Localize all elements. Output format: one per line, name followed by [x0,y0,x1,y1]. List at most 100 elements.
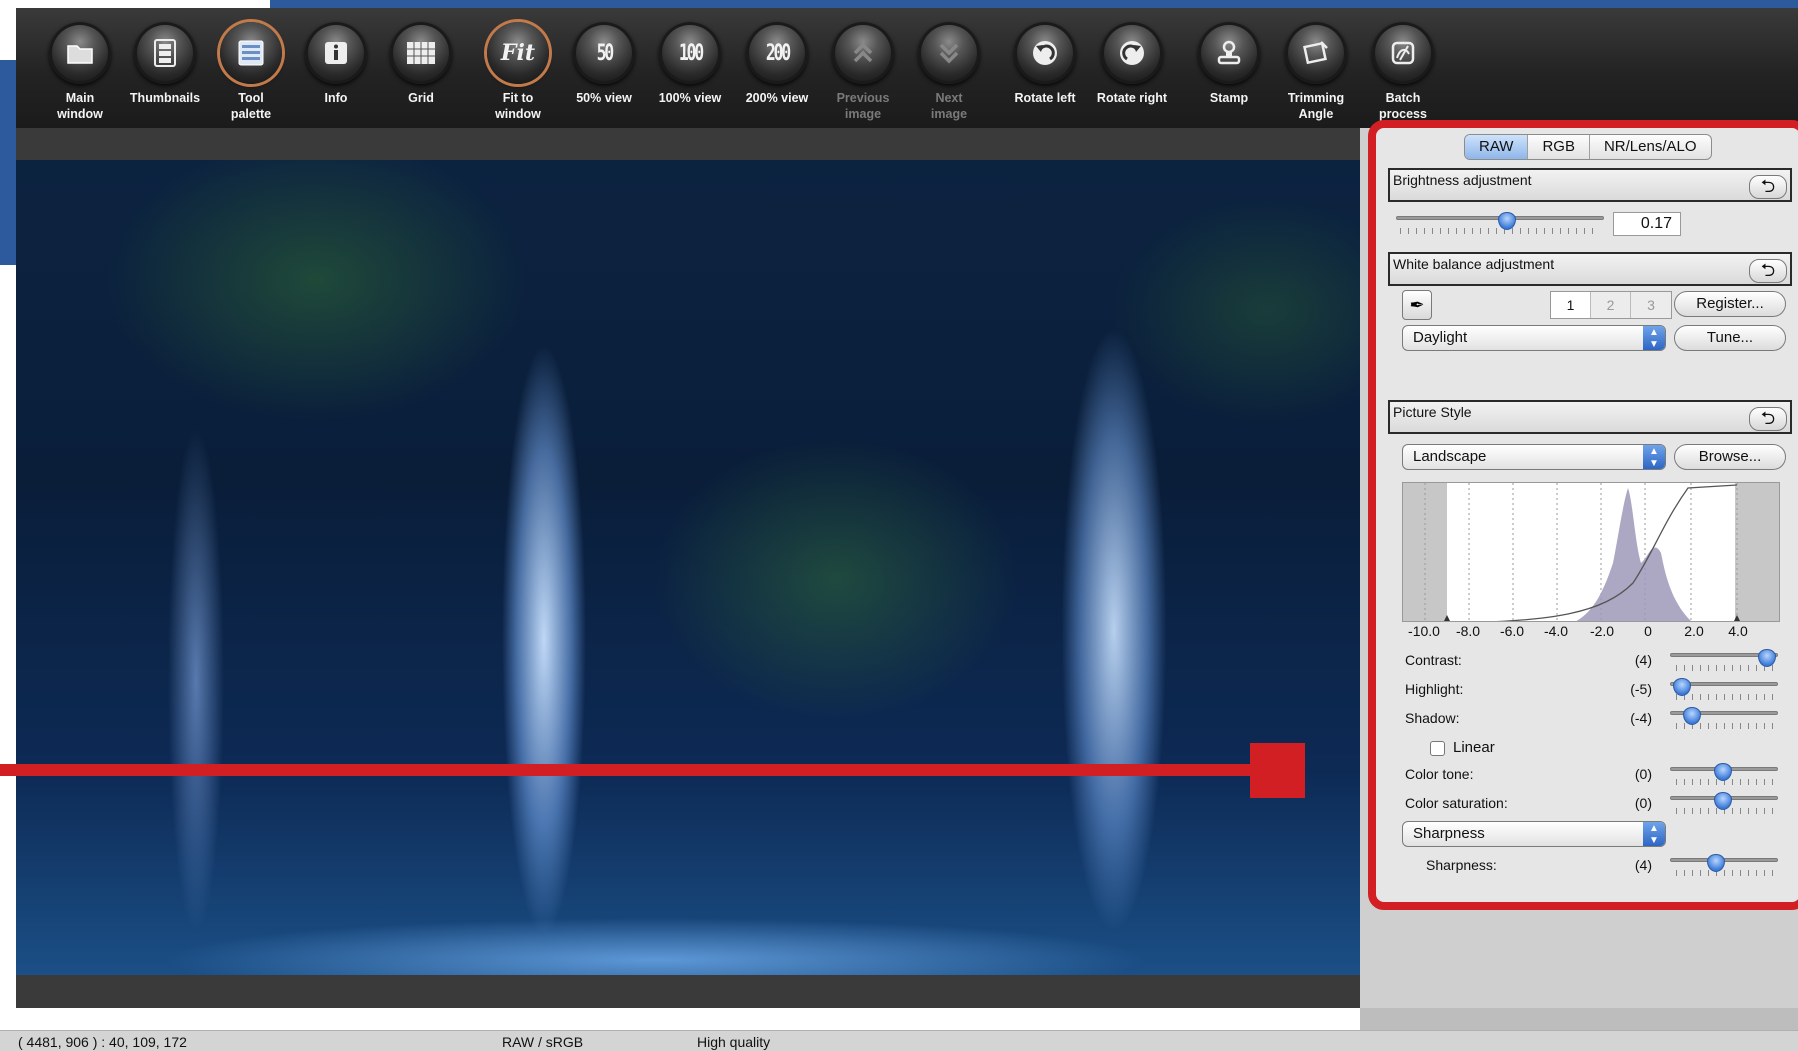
app-window: Main window Thumbnails Tool palette Info G… [0,0,1798,1051]
wb-slot-2[interactable]: 2 [1591,292,1631,318]
next-image-button[interactable]: Next image [907,22,991,122]
quality-mode: High quality [697,1034,771,1050]
toolbar-label-line: 50% view [576,91,632,105]
grid-icon [390,22,452,84]
linear-checkbox[interactable] [1430,741,1445,756]
wb-slot-3[interactable]: 3 [1631,292,1671,318]
tone-curve-histogram[interactable] [1402,482,1780,622]
slide-left-band [0,60,16,265]
thumbnails-label: Thumbnails [123,90,207,106]
picture-style-select[interactable]: Landscape ▲ ▼ [1402,444,1666,470]
stamp-button[interactable]: Stamp [1187,22,1271,106]
folder-icon [49,22,111,84]
axis-tick-label: 0 [1644,623,1652,639]
tune-button[interactable]: Tune... [1674,325,1786,351]
param-label: Color saturation: [1405,795,1508,811]
palette-tabs: RAW RGB NR/Lens/ALO [1464,134,1712,160]
tool-palette-label: Tool palette [209,90,293,122]
main-window-button[interactable]: Main window [38,22,122,122]
param-value: (0) [1634,766,1652,782]
white-balance-preset-value: Daylight [1413,329,1468,346]
picture-style-section-header: Picture Style ⮌ [1388,400,1792,434]
rotate-right-button[interactable]: Rotate right [1090,22,1174,106]
trimming-angle-button[interactable]: Trimming Angle [1274,22,1358,122]
axis-tick-label: -8.0 [1455,623,1481,639]
slide-top-strip [270,0,1798,8]
zoom-200-icon: 200 [746,22,808,84]
param-slider-thumb[interactable] [1672,678,1691,696]
rotate-left-label: Rotate left [1003,90,1087,106]
white-balance-section-header: White balance adjustment ⮌ [1388,252,1792,286]
toolbar-label-line: 100% view [658,91,722,105]
toolbar-label-line: Info [324,91,348,105]
toolbar-label-line: window [57,107,103,121]
wb-slot-1[interactable]: 1 [1551,292,1591,318]
toolbar-label-line: image [930,107,968,121]
stamp-icon [1198,22,1260,84]
toolbar-label-line: Stamp [1209,91,1249,105]
tool-palette-button[interactable]: Tool palette [209,22,293,122]
waterfall-photo[interactable] [16,160,1360,975]
color-mode: RAW / sRGB [502,1034,584,1050]
info-label: Info [294,90,378,106]
rotate-left-button[interactable]: Rotate left [1003,22,1087,106]
toolbar-label-line: Tool [238,91,264,105]
toolbar-label-line: Angle [1298,107,1334,121]
sharpness-mode-value: Sharpness [1413,825,1485,842]
select-arrows-icon: ▲ ▼ [1643,822,1665,846]
picture-style-reset-button[interactable]: ⮌ [1749,407,1787,431]
white-balance-reset-button[interactable]: ⮌ [1749,259,1787,283]
sharpness-slider-ticks [1676,870,1776,876]
callout-line [0,764,1260,776]
tab-raw[interactable]: RAW [1465,135,1529,159]
picture-style-value: Landscape [1413,448,1487,465]
50-view-button[interactable]: 50 50% view [562,22,646,106]
axis-tick-label: 2.0 [1684,623,1704,639]
brightness-title: Brightness adjustment [1393,172,1532,188]
thumbnails-button[interactable]: Thumbnails [123,22,207,106]
toolbar-label-line: Batch [1385,91,1421,105]
100-view-button[interactable]: 100 100% view [648,22,732,106]
white-balance-preset-select[interactable]: Daylight ▲ ▼ [1402,325,1666,351]
param-label: Contrast: [1405,652,1462,668]
eyedropper-button[interactable]: ✒ [1402,290,1432,320]
previous-image-label: Previous image [821,90,905,122]
100-view-label: 100% view [648,90,732,106]
image-viewer [16,128,1360,1008]
param-label: Highlight: [1405,681,1464,697]
rotate-left-icon [1014,22,1076,84]
sharpness-slider-thumb[interactable] [1706,854,1725,872]
info-button[interactable]: Info [294,22,378,106]
previous-image-button[interactable]: Previous image [821,22,905,122]
param-label: Color tone: [1405,766,1474,782]
trimming-icon [1285,22,1347,84]
grid-button[interactable]: Grid [379,22,463,106]
batch-process-label: Batch process [1361,90,1445,122]
browse-button[interactable]: Browse... [1674,444,1786,470]
axis-tick-label: -6.0 [1499,623,1525,639]
brightness-reset-button[interactable]: ⮌ [1749,175,1787,199]
sharpness-label: Sharpness: [1426,857,1497,873]
toolbar-label-line: 200% view [745,91,809,105]
callout-marker [1250,743,1305,798]
brightness-value-field[interactable]: 0.17 [1613,212,1681,236]
eyedropper-icon: ✒ [1409,295,1425,315]
stamp-label: Stamp [1187,90,1271,106]
fit-to-window-button[interactable]: Fit Fit to window [476,22,560,122]
rotate-right-icon [1101,22,1163,84]
param-slider-ticks [1676,694,1776,700]
register-button[interactable]: Register... [1674,291,1786,317]
toolbar-label-line: Rotate left [1014,91,1076,105]
toolbar-label-line: Fit to [502,91,534,105]
sharpness-mode-select[interactable]: Sharpness ▲ ▼ [1402,821,1666,847]
brightness-slider-ticks [1400,228,1600,234]
tab-nr-lens-alo[interactable]: NR/Lens/ALO [1590,135,1711,159]
batch-process-button[interactable]: Batch process [1361,22,1445,122]
tab-rgb[interactable]: RGB [1528,135,1590,159]
200-view-button[interactable]: 200 200% view [735,22,819,106]
select-arrows-icon: ▲ ▼ [1643,445,1665,469]
200-view-label: 200% view [735,90,819,106]
toolbar-label-line: Grid [408,91,434,105]
toolbar-label-line: window [495,107,541,121]
axis-tick-label: 4.0 [1728,623,1748,639]
